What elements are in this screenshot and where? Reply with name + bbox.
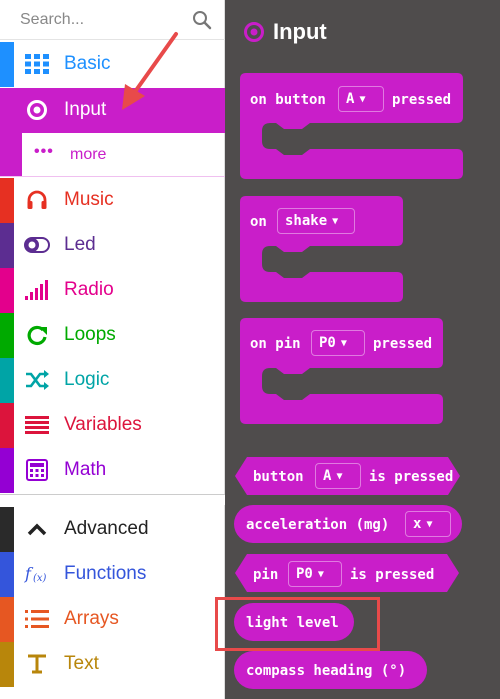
lines-icon — [24, 414, 50, 436]
category-label: Radio — [64, 279, 114, 300]
category-label: Led — [64, 234, 96, 255]
category-math[interactable]: Math — [0, 448, 225, 493]
arrow-annotation-icon — [122, 32, 178, 110]
more-label: more — [70, 146, 107, 163]
refresh-icon — [24, 324, 50, 346]
category-radio[interactable]: Radio — [0, 268, 225, 313]
category-color-bar — [0, 507, 14, 552]
category-music[interactable]: Music — [0, 178, 225, 223]
block-text: on button — [250, 92, 326, 108]
axis-dropdown[interactable]: x ▼ — [405, 511, 451, 537]
category-color-bar — [0, 597, 14, 642]
category-color-bar — [0, 223, 14, 268]
flyout-title-text: Input — [273, 19, 327, 44]
toggle-icon — [24, 234, 50, 256]
category-label: Logic — [64, 369, 110, 390]
category-input-more[interactable]: ••• more — [0, 131, 225, 177]
category-logic[interactable]: Logic — [0, 358, 225, 403]
category-color-bar — [0, 268, 14, 313]
target-icon — [244, 22, 264, 42]
more-dots-icon: ••• — [34, 143, 54, 160]
calculator-icon — [24, 459, 50, 481]
button-dropdown[interactable]: A ▼ — [338, 86, 384, 112]
block-text: on pin — [250, 336, 301, 352]
category-label: Advanced — [64, 518, 149, 539]
category-advanced[interactable]: Advanced — [0, 507, 225, 552]
category-color-bar — [0, 178, 14, 223]
gesture-dropdown[interactable]: shake ▼ — [277, 208, 355, 234]
category-functions[interactable]: f (x) Functions — [0, 552, 225, 597]
function-icon: f (x) — [24, 563, 50, 585]
category-label: Music — [64, 189, 114, 210]
category-led[interactable]: Led — [0, 223, 225, 268]
category-label: Loops — [64, 324, 116, 345]
category-color-bar — [0, 42, 14, 87]
button-dropdown[interactable]: A ▼ — [315, 463, 361, 489]
category-variables[interactable]: Variables — [0, 403, 225, 448]
category-label: Basic — [64, 53, 111, 74]
block-text: button — [253, 469, 304, 485]
svg-text:(x): (x) — [33, 573, 47, 584]
category-arrays[interactable]: Arrays — [0, 597, 225, 642]
block-text: is pressed — [369, 469, 454, 485]
block-text: pin — [253, 567, 279, 583]
category-label: Text — [64, 653, 99, 674]
headphones-icon — [24, 189, 50, 211]
block-text: acceleration (mg) — [246, 517, 390, 533]
category-label: Input — [64, 99, 107, 120]
block-text: compass heading (°) — [246, 663, 407, 679]
category-label: Functions — [64, 563, 147, 584]
grid-icon — [24, 53, 50, 75]
category-color-bar — [0, 642, 14, 687]
category-color-bar — [0, 448, 14, 493]
category-label: Arrays — [64, 608, 119, 629]
search-input[interactable]: Search... — [20, 11, 84, 29]
chevron-up-icon — [24, 518, 50, 540]
category-color-bar — [0, 131, 22, 176]
block-text: pressed — [373, 336, 433, 352]
category-color-bar — [0, 313, 14, 358]
signal-bars-icon — [24, 279, 50, 301]
list-icon — [24, 608, 50, 630]
block-text: is pressed — [350, 567, 435, 583]
category-color-bar — [0, 552, 14, 597]
flyout-panel: Input on button A ▼ pressed on shake ▼ on … — [225, 0, 500, 699]
flyout-title: Input — [243, 18, 327, 46]
pin-dropdown[interactable]: P0 ▼ — [311, 330, 365, 356]
pin-dropdown[interactable]: P0 ▼ — [288, 561, 342, 587]
text-t-icon — [24, 653, 50, 675]
shuffle-icon — [24, 369, 50, 391]
target-icon — [24, 99, 50, 121]
category-label: Math — [64, 459, 107, 480]
category-text[interactable]: Text — [0, 642, 225, 687]
category-loops[interactable]: Loops — [0, 313, 225, 358]
category-color-bar — [0, 403, 14, 448]
category-label: Variables — [64, 414, 142, 435]
category-color-bar — [0, 358, 14, 403]
search-icon[interactable] — [192, 10, 212, 30]
block-text: pressed — [392, 92, 452, 108]
block-text: on — [250, 214, 267, 230]
category-divider — [0, 494, 225, 505]
highlight-box — [215, 597, 380, 651]
